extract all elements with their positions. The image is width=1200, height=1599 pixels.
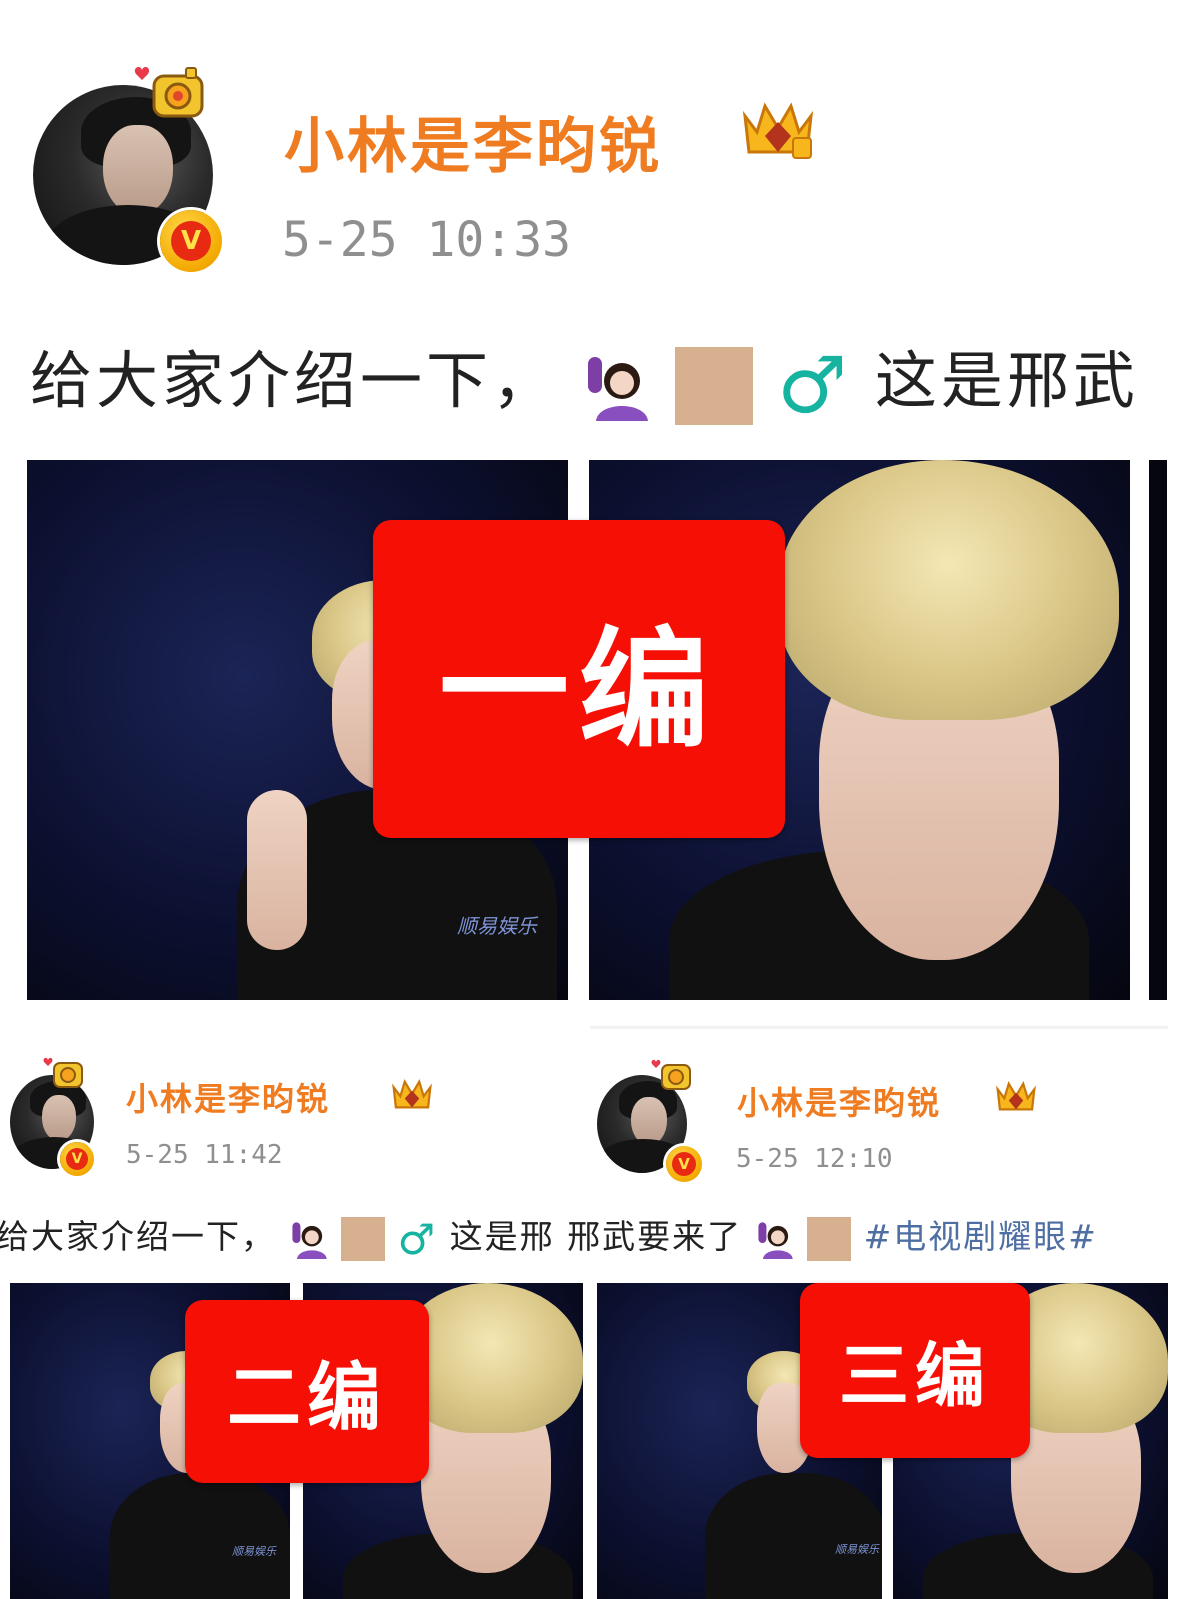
male-sign-icon: ♂: [777, 340, 852, 431]
post-timestamp-3: 5-25 12:10: [736, 1144, 893, 1174]
male-sign-icon: ♂: [397, 1214, 438, 1264]
edit-stamp-3: 三编: [800, 1283, 1030, 1458]
username-3[interactable]: 小林是李昀锐: [737, 1078, 941, 1124]
username[interactable]: 小林是李昀锐: [284, 98, 662, 185]
post-image-3-partial[interactable]: [1149, 460, 1167, 1000]
photo-logo: 顺易娱乐: [232, 1545, 276, 1558]
skin-tone-icon: [341, 1217, 385, 1261]
shared-text-middle: 这是邢 邢武要来了: [449, 1217, 743, 1256]
post-timestamp: 5-25 10:33: [282, 212, 571, 268]
post-text-suffix: 这是邢武: [874, 344, 1139, 417]
skin-tone-icon: [675, 346, 754, 425]
photo-logo: 顺易娱乐: [457, 914, 537, 938]
shared-post-text: 给大家介绍一下， ♂ 这是邢 邢武要来了 #电视剧耀眼#: [0, 1210, 1098, 1264]
crown-badge-icon: [996, 1081, 1036, 1111]
shared-text-prefix: 给大家介绍一下，: [0, 1217, 276, 1256]
woman-raising-hand-icon: [755, 1219, 795, 1259]
skin-tone-icon: [807, 1217, 852, 1261]
post-timestamp-2: 5-25 11:42: [126, 1140, 283, 1170]
avatar-frame-camera-icon: [651, 1059, 691, 1090]
photo-logo: 顺易娱乐: [835, 1543, 879, 1556]
edit-stamp-1: 一编: [373, 520, 785, 838]
username-2[interactable]: 小林是李昀锐: [126, 1074, 330, 1120]
crown-badge-icon: [392, 1079, 432, 1109]
post-text-prefix: 给大家介绍一下，: [30, 344, 559, 417]
avatar-frame-camera-icon: [43, 1057, 83, 1088]
divider: [590, 1026, 1168, 1029]
post-text: 给大家介绍一下， ♂ 这是邢武: [30, 330, 1139, 431]
verified-v-badge-icon: V: [666, 1146, 702, 1182]
hashtag-link[interactable]: #电视剧耀眼#: [864, 1217, 1098, 1256]
verified-v-badge-icon: V: [160, 210, 222, 272]
verified-v-badge-icon: V: [60, 1142, 94, 1176]
avatar-frame-camera-icon: [134, 67, 204, 118]
woman-raising-hand-icon: [289, 1219, 329, 1259]
edit-stamp-2: 二编: [185, 1300, 429, 1483]
crown-badge-icon: [742, 102, 814, 159]
woman-raising-hand-icon: [582, 351, 652, 421]
